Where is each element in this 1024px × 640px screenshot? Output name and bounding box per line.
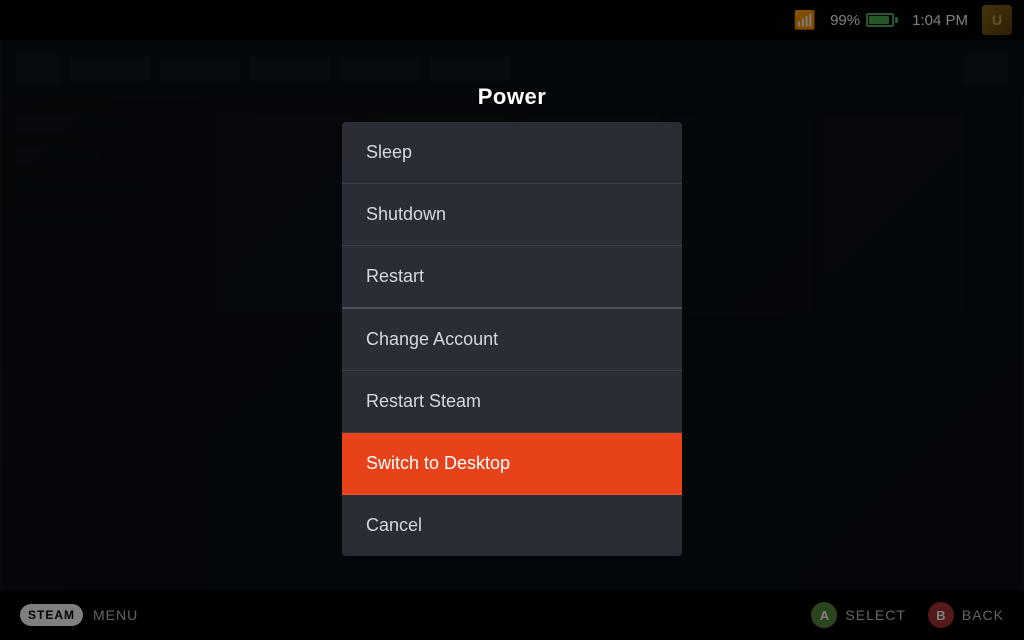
menu-item-restart[interactable]: Restart xyxy=(342,246,682,309)
menu-item-restart-steam[interactable]: Restart Steam xyxy=(342,371,682,433)
menu-item-change-account[interactable]: Change Account xyxy=(342,309,682,371)
menu-item-switch-desktop[interactable]: Switch to Desktop xyxy=(342,433,682,495)
power-menu: Sleep Shutdown Restart Change Account Re… xyxy=(342,122,682,556)
dialog-title: Power xyxy=(342,84,682,110)
menu-item-shutdown[interactable]: Shutdown xyxy=(342,184,682,246)
power-dialog: Power Sleep Shutdown Restart Change Acco… xyxy=(342,84,682,556)
menu-item-cancel[interactable]: Cancel xyxy=(342,495,682,556)
menu-item-sleep[interactable]: Sleep xyxy=(342,122,682,184)
